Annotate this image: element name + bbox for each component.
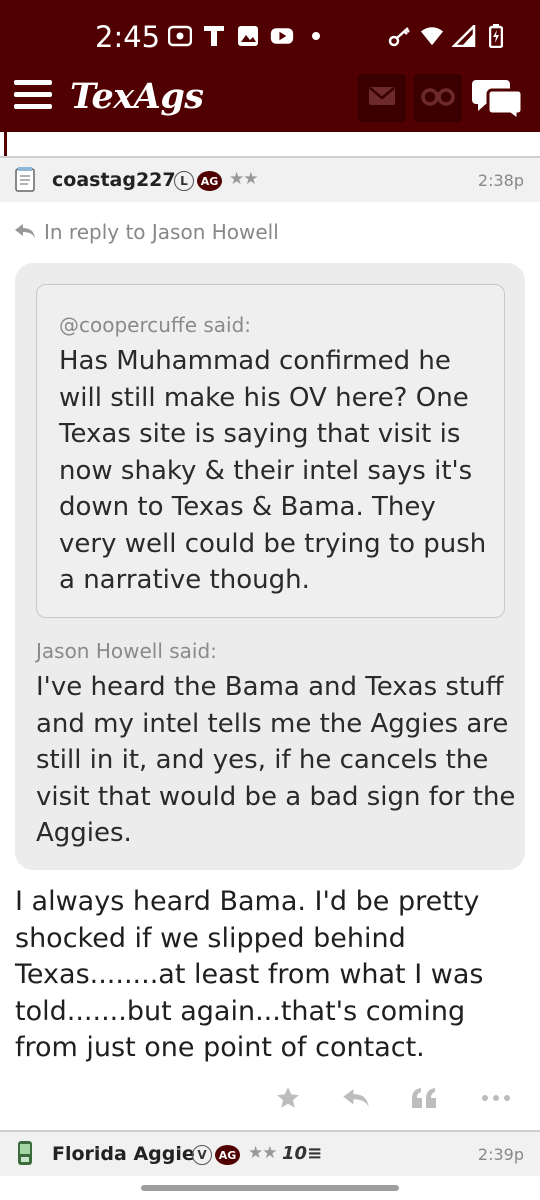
reply-to-link[interactable]: In reply to Jason Howell (14, 220, 279, 244)
ag-badge: AG (197, 171, 222, 191)
user-stars: ★★ (229, 169, 259, 189)
notepad-icon[interactable] (14, 166, 36, 192)
nested-quote-text: Has Muhammad confirmed he will still mak… (59, 346, 487, 595)
chat-icon[interactable] (472, 76, 524, 123)
next-post-header: Florida Aggie V AG ★★ 10≡ 2:39p (0, 1132, 540, 1176)
star-icon[interactable] (270, 1080, 306, 1116)
post-actions (0, 1080, 540, 1116)
reply-icon[interactable] (338, 1080, 374, 1116)
quote-icon[interactable] (406, 1080, 442, 1116)
status-time: 2:45 (95, 20, 161, 54)
more-icon[interactable] (478, 1080, 514, 1116)
reply-icon (14, 220, 36, 244)
post-header: coastag227 L AG ★★ 2:38p (0, 158, 540, 202)
mail-icon (368, 86, 396, 110)
app-bar: TexAgs (0, 70, 540, 132)
menu-icon[interactable] (14, 80, 54, 114)
tab-indicator (4, 132, 7, 156)
binoculars-icon (421, 86, 455, 110)
t-icon (202, 24, 226, 48)
nested-quote-author: @coopercuffe said: (59, 313, 252, 337)
dot-icon (304, 24, 328, 48)
quote-block: @coopercuffe said: Has Muhammad confirme… (15, 263, 525, 870)
app-logo[interactable]: TexAgs (70, 76, 204, 117)
home-gesture-bar[interactable] (141, 1185, 399, 1191)
post-username[interactable]: coastag227 (52, 169, 176, 191)
post-time: 2:38p (477, 171, 524, 190)
status-bar: 2:45 (0, 0, 540, 70)
user-stars: ★★ (248, 1143, 278, 1163)
post-body: I always heard Bama. I'd be pretty shock… (15, 886, 484, 1063)
letterman-badge: L (174, 171, 194, 191)
key-icon (388, 24, 412, 48)
battery-icon (484, 24, 508, 48)
next-post-time: 2:39p (477, 1145, 524, 1164)
status-icons-left (168, 24, 328, 48)
verified-badge: V (192, 1145, 212, 1165)
ten-badge-text: 10 (282, 1143, 308, 1164)
quote-author: Jason Howell said: (36, 639, 217, 663)
ag-badge: AG (215, 1145, 240, 1165)
wifi-icon (420, 24, 444, 48)
quote-text: I've heard the Bama and Texas stuff and … (36, 672, 516, 848)
system-nav-bar (0, 1176, 540, 1200)
next-post-username[interactable]: Florida Aggie (52, 1143, 195, 1165)
ten-badge-lines-icon: ≡ (307, 1143, 323, 1164)
nested-quote-block: @coopercuffe said: Has Muhammad confirme… (36, 284, 505, 618)
tab-strip (0, 132, 540, 158)
radio-icon (168, 24, 192, 48)
top-bar: 2:45 TexAgs (0, 0, 540, 132)
binoculars-button[interactable] (414, 74, 462, 122)
youtube-icon (270, 24, 294, 48)
mail-button[interactable] (358, 74, 406, 122)
reply-to-text: In reply to Jason Howell (44, 220, 279, 244)
signal-icon (452, 24, 476, 48)
phone-icon[interactable] (16, 1140, 34, 1166)
image-icon (236, 24, 260, 48)
ten-badge: 10≡ (282, 1143, 322, 1164)
status-icons-right (388, 24, 508, 48)
